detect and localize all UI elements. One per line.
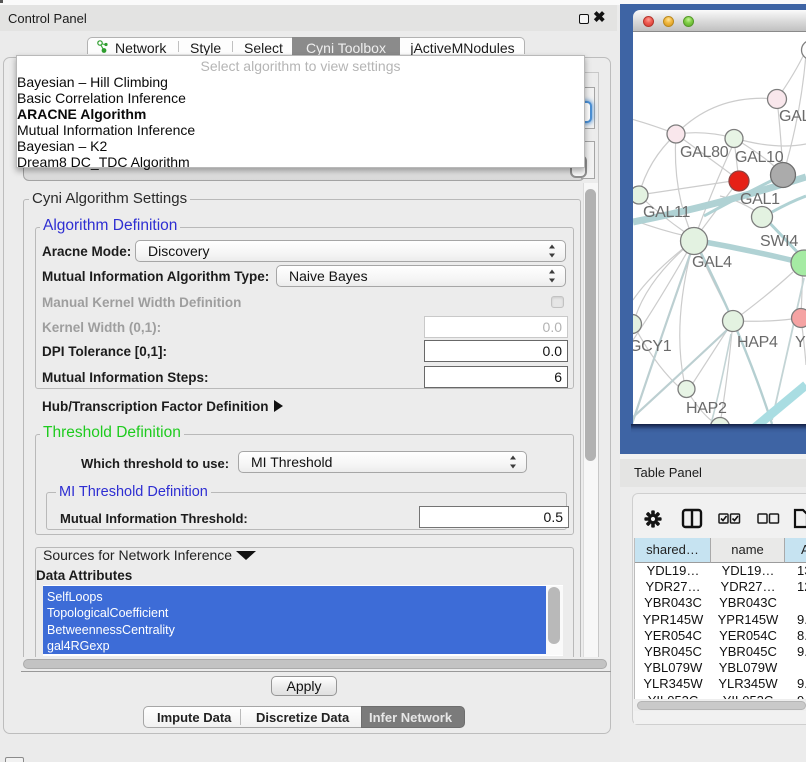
- svg-text:SWI4: SWI4: [760, 233, 798, 250]
- svg-text:GAL11: GAL11: [643, 204, 691, 221]
- svg-text:HAP2: HAP2: [686, 400, 727, 417]
- svg-text:GAL10: GAL10: [735, 149, 784, 166]
- svg-text:GAL1: GAL1: [740, 191, 780, 208]
- svg-text:HAP4: HAP4: [737, 334, 778, 351]
- svg-text:GAL2: GAL2: [779, 108, 806, 125]
- svg-text:YM: YM: [795, 334, 806, 351]
- svg-text:GAL80: GAL80: [680, 144, 729, 161]
- svg-text:GCY1: GCY1: [633, 338, 672, 355]
- svg-text:GAL4: GAL4: [692, 254, 732, 271]
